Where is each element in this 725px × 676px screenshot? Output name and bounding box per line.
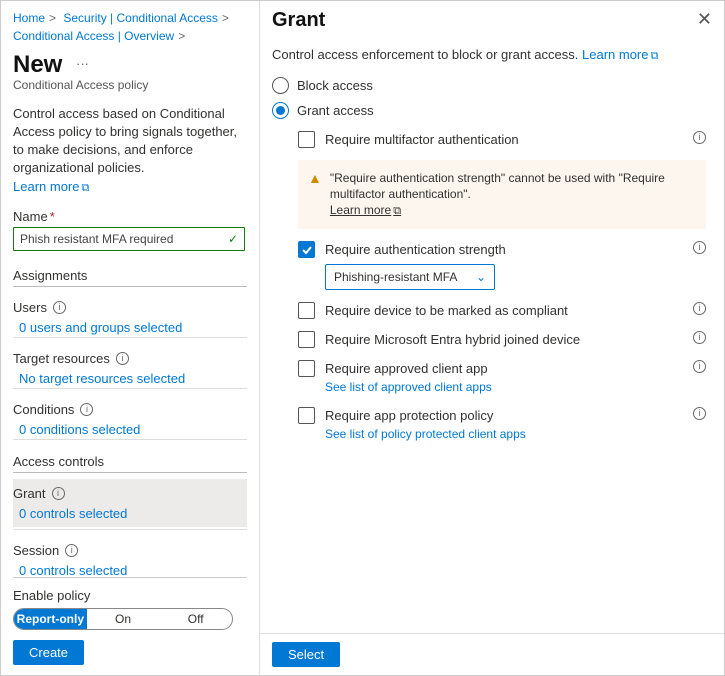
divider: [13, 472, 247, 473]
require-compliant-checkbox[interactable]: [298, 302, 315, 319]
toggle-off[interactable]: Off: [159, 609, 232, 629]
warning-text: "Require authentication strength" cannot…: [330, 171, 665, 201]
info-icon[interactable]: i: [65, 544, 78, 557]
require-approved-app-label: Require approved client app: [325, 360, 683, 377]
enable-policy-toggle[interactable]: Report-only On Off: [13, 608, 233, 630]
chevron-down-icon: ⌄: [476, 270, 486, 284]
external-link-icon: ⧉: [81, 182, 89, 194]
users-link[interactable]: 0 users and groups selected: [19, 320, 247, 335]
radio-icon: [272, 102, 289, 119]
radio-label: Grant access: [297, 103, 374, 118]
grant-label: Grant: [13, 486, 46, 501]
info-icon[interactable]: i: [693, 131, 706, 144]
require-app-protection-label: Require app protection policy: [325, 407, 683, 424]
breadcrumb-link[interactable]: Security | Conditional Access: [63, 11, 218, 25]
users-label: Users: [13, 300, 47, 315]
footer-bar: Enable policy Report-only On Off Create: [13, 577, 247, 675]
select-button[interactable]: Select: [272, 642, 340, 667]
divider: [13, 337, 247, 338]
session-label: Session: [13, 543, 59, 558]
breadcrumb: Home > Security | Conditional Access > Con…: [13, 9, 247, 45]
toggle-on[interactable]: On: [87, 609, 160, 629]
warning-icon: ▲: [308, 170, 322, 219]
warning-callout: ▲ "Require authentication strength" cann…: [298, 160, 706, 229]
target-resources-label: Target resources: [13, 351, 110, 366]
require-approved-app-checkbox[interactable]: [298, 360, 315, 377]
divider: [13, 439, 247, 440]
required-indicator: *: [50, 209, 55, 224]
info-icon[interactable]: i: [693, 360, 706, 373]
require-hybrid-label: Require Microsoft Entra hybrid joined de…: [325, 331, 683, 348]
info-icon[interactable]: i: [116, 352, 129, 365]
breadcrumb-link[interactable]: Home: [13, 11, 45, 25]
chevron-right-icon: >: [178, 29, 185, 43]
divider: [13, 286, 247, 287]
dropdown-value: Phishing-resistant MFA: [334, 270, 457, 284]
panel-title: Grant: [272, 9, 325, 32]
panel-description: Control access enforcement to block or g…: [272, 46, 706, 65]
require-auth-strength-checkbox[interactable]: [298, 241, 315, 258]
chevron-right-icon: >: [49, 11, 56, 25]
intro-text: Control access based on Conditional Acce…: [13, 105, 247, 177]
conditions-label: Conditions: [13, 402, 74, 417]
learn-more-link[interactable]: Learn more⧉: [582, 47, 658, 62]
info-icon[interactable]: i: [693, 241, 706, 254]
external-link-icon: ⧉: [650, 50, 658, 62]
main-panel: Home > Security | Conditional Access > Con…: [1, 1, 259, 675]
warning-learn-more-link[interactable]: Learn more⧉: [330, 203, 401, 217]
validation-check-icon: ✓: [228, 232, 238, 246]
grant-access-radio[interactable]: Grant access: [272, 102, 706, 119]
approved-apps-link[interactable]: See list of approved client apps: [325, 379, 706, 395]
page-title: New: [13, 51, 62, 79]
app-protection-link[interactable]: See list of policy protected client apps: [325, 426, 706, 442]
radio-label: Block access: [297, 78, 373, 93]
session-link[interactable]: 0 controls selected: [19, 563, 247, 577]
info-icon[interactable]: i: [693, 302, 706, 315]
require-compliant-label: Require device to be marked as compliant: [325, 302, 683, 319]
close-icon[interactable]: ✕: [697, 9, 712, 30]
app-root: Home > Security | Conditional Access > Con…: [1, 1, 724, 675]
breadcrumb-link[interactable]: Conditional Access | Overview: [13, 29, 174, 43]
name-input-value: Phish resistant MFA required: [20, 232, 173, 246]
divider: [13, 388, 247, 389]
chevron-right-icon: >: [222, 11, 229, 25]
auth-strength-dropdown[interactable]: Phishing-resistant MFA ⌄: [325, 264, 495, 290]
enable-policy-label: Enable policy: [13, 588, 247, 603]
conditions-link[interactable]: 0 conditions selected: [19, 422, 247, 437]
access-controls-heading: Access controls: [13, 454, 247, 469]
panel-footer: Select: [260, 633, 724, 675]
grant-row[interactable]: Grant i 0 controls selected: [13, 479, 247, 527]
target-resources-link[interactable]: No target resources selected: [19, 371, 247, 386]
info-icon[interactable]: i: [80, 403, 93, 416]
info-icon[interactable]: i: [693, 331, 706, 344]
assignments-heading: Assignments: [13, 268, 247, 283]
external-link-icon: ⧉: [393, 205, 401, 217]
info-icon[interactable]: i: [53, 301, 66, 314]
toggle-report-only[interactable]: Report-only: [14, 609, 87, 629]
block-access-radio[interactable]: Block access: [272, 77, 706, 94]
name-label: Name*: [13, 209, 247, 224]
require-auth-strength-label: Require authentication strength: [325, 241, 683, 258]
grant-panel: Grant ✕ Control access enforcement to bl…: [259, 1, 724, 675]
page-subtitle: Conditional Access policy: [13, 78, 247, 92]
require-hybrid-checkbox[interactable]: [298, 331, 315, 348]
require-mfa-checkbox[interactable]: [298, 131, 315, 148]
learn-more-link[interactable]: Learn more⧉: [13, 179, 89, 194]
info-icon[interactable]: i: [52, 487, 65, 500]
divider: [13, 529, 247, 530]
radio-icon: [272, 77, 289, 94]
info-icon[interactable]: i: [693, 407, 706, 420]
name-input[interactable]: Phish resistant MFA required ✓: [13, 227, 245, 251]
require-app-protection-checkbox[interactable]: [298, 407, 315, 424]
create-button[interactable]: Create: [13, 640, 84, 665]
more-icon[interactable]: ···: [76, 56, 89, 71]
grant-link[interactable]: 0 controls selected: [19, 506, 247, 521]
require-mfa-label: Require multifactor authentication: [325, 131, 683, 148]
